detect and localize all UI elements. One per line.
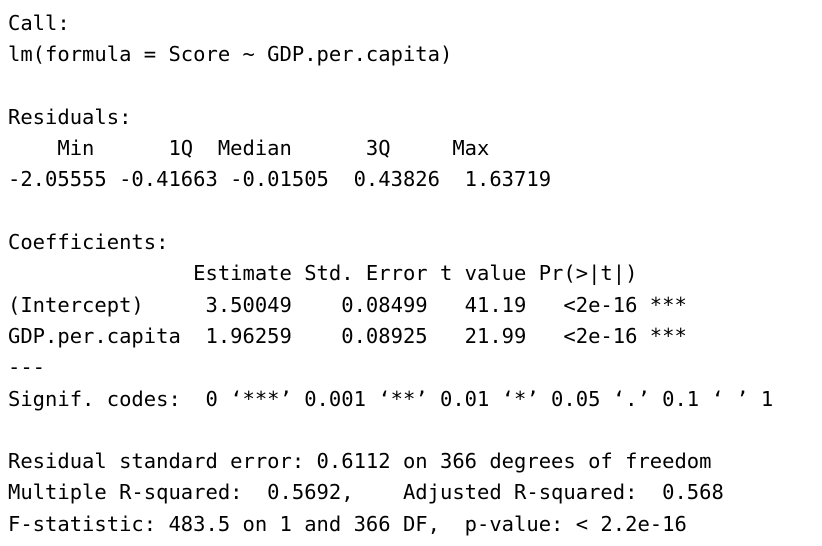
coefficients-separator: ---	[8, 355, 46, 380]
coefficients-header: Estimate Std. Error t value Pr(>|t|)	[8, 261, 687, 286]
r-squared: Multiple R-squared: 0.5692, Adjusted R-s…	[8, 480, 737, 505]
residuals-header: Min 1Q Median 3Q Max	[8, 136, 502, 161]
residual-standard-error: Residual standard error: 0.6112 on 366 d…	[8, 449, 712, 474]
residuals-heading: Residuals:	[8, 104, 132, 129]
call-heading: Call:	[8, 11, 70, 35]
coefficients-heading: Coefficients:	[8, 230, 169, 255]
r-console-output: Call: lm(formula = Score ~ GDP.per.capit…	[0, 0, 822, 546]
coefficients-row-intercept: (Intercept) 3.50049 0.08499 41.19 <2e-16…	[8, 292, 687, 317]
residuals-values: -2.05555 -0.41663 -0.01505 0.43826 1.637…	[8, 167, 564, 192]
coefficients-row-gdp: GDP.per.capita 1.96259 0.08925 21.99 <2e…	[8, 323, 687, 348]
signif-codes: Signif. codes: 0 ‘***’ 0.001 ‘**’ 0.01 ‘…	[8, 386, 774, 411]
call-formula: lm(formula = Score ~ GDP.per.capita)	[8, 42, 453, 67]
f-statistic: F-statistic: 483.5 on 1 and 366 DF, p-va…	[8, 511, 687, 536]
